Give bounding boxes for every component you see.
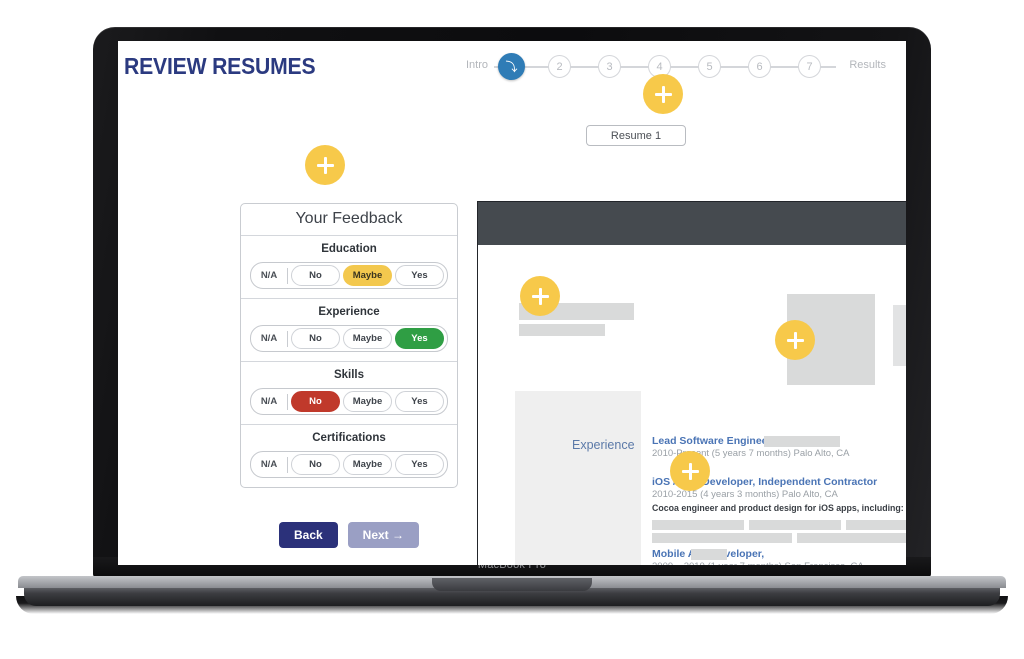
toggle-skills-na[interactable]: N/A [254,391,284,412]
resume-sidebar-panel [515,391,641,565]
stepper-intro-label: Intro [466,59,489,71]
toggle-group-certifications: N/A No Maybe Yes [250,451,448,478]
toggle-certifications-no[interactable]: No [291,454,340,475]
feedback-section-skills: Skills N/A No Maybe Yes [241,362,457,425]
toggle-education-yes[interactable]: Yes [395,265,444,286]
resume-preview-frame: Experience Lead Software Engineer, 2010-… [477,201,906,565]
resume-tab-button[interactable]: Resume 1 [586,125,686,146]
toggle-group-education: N/A No Maybe Yes [250,262,448,289]
add-hotspot-stepper[interactable] [643,74,683,114]
feedback-label-experience: Experience [318,306,380,318]
progress-stepper: Intro Results ⤵ 2 3 4 5 6 7 [466,53,886,81]
add-hotspot-resume-body[interactable] [670,451,710,491]
feedback-label-skills: Skills [333,369,365,381]
feedback-panel: Your Feedback Education N/A No Maybe Yes… [240,203,458,488]
add-hotspot-feedback-panel[interactable] [305,145,345,185]
toggle-skills-yes[interactable]: Yes [395,391,444,412]
toggle-divider [287,393,288,410]
screenshot-stage: MacBook Pro REVIEW RESUMES Intro Results… [0,0,1024,659]
resume-job-2-desc: Cocoa engineer and product design for iO… [652,503,904,513]
toggle-experience-maybe[interactable]: Maybe [343,328,392,349]
feedback-panel-title: Your Feedback [241,204,457,236]
stepper-step-6[interactable]: 6 [748,55,771,78]
resume-redaction [652,533,792,543]
toggle-skills-maybe[interactable]: Maybe [343,391,392,412]
resume-redaction [846,520,906,530]
stepper-results-label: Results [849,59,886,71]
feedback-section-experience: Experience N/A No Maybe Yes [241,299,457,362]
toggle-experience-yes[interactable]: Yes [395,328,444,349]
feedback-section-certifications: Certifications N/A No Maybe Yes [241,425,457,487]
toggle-experience-no[interactable]: No [291,328,340,349]
toggle-group-experience: N/A No Maybe Yes [250,325,448,352]
feedback-label-education: Education [321,243,377,255]
resume-redaction [652,520,744,530]
stepper-step-7[interactable]: 7 [798,55,821,78]
resume-redaction [764,436,840,447]
navigation-buttons: Back Next → [240,522,458,548]
stepper-step-1[interactable]: ⤵ [498,53,525,80]
resume-photo-placeholder-small [893,305,906,366]
add-hotspot-resume-header[interactable] [520,276,560,316]
stepper-step-2[interactable]: 2 [548,55,571,78]
resume-redaction [691,549,727,560]
feedback-section-education: Education N/A No Maybe Yes [241,236,457,299]
toggle-divider [287,456,288,473]
toggle-education-no[interactable]: No [291,265,340,286]
resume-redaction [749,520,841,530]
toggle-divider [287,330,288,347]
add-hotspot-resume-photo[interactable] [775,320,815,360]
toggle-experience-na[interactable]: N/A [254,328,284,349]
next-button[interactable]: Next → [347,522,420,548]
page-title: REVIEW RESUMES [124,53,316,79]
toggle-skills-no[interactable]: No [291,391,340,412]
feedback-label-certifications: Certifications [312,432,386,444]
laptop-screen: REVIEW RESUMES Intro Results ⤵ 2 3 4 5 6… [118,41,906,565]
toggle-certifications-maybe[interactable]: Maybe [343,454,392,475]
resume-job-3-meta: 2009 – 2010 (1 year 7 months) San Franci… [652,561,906,565]
toggle-certifications-na[interactable]: N/A [254,454,284,475]
resume-subtitle-placeholder [519,324,605,336]
stepper-step-5[interactable]: 5 [698,55,721,78]
laptop-base-notch [432,578,592,591]
toggle-education-maybe[interactable]: Maybe [343,265,392,286]
toggle-education-na[interactable]: N/A [254,265,284,286]
stepper-step-3[interactable]: 3 [598,55,621,78]
down-arrow-icon: ⤵ [505,60,518,74]
resume-section-label-experience: Experience [572,438,635,452]
toggle-group-skills: N/A No Maybe Yes [250,388,448,415]
resume-redaction [797,533,906,543]
toggle-divider [287,267,288,284]
resume-preview-header-bar [478,202,906,245]
toggle-certifications-yes[interactable]: Yes [395,454,444,475]
back-button[interactable]: Back [278,522,338,548]
